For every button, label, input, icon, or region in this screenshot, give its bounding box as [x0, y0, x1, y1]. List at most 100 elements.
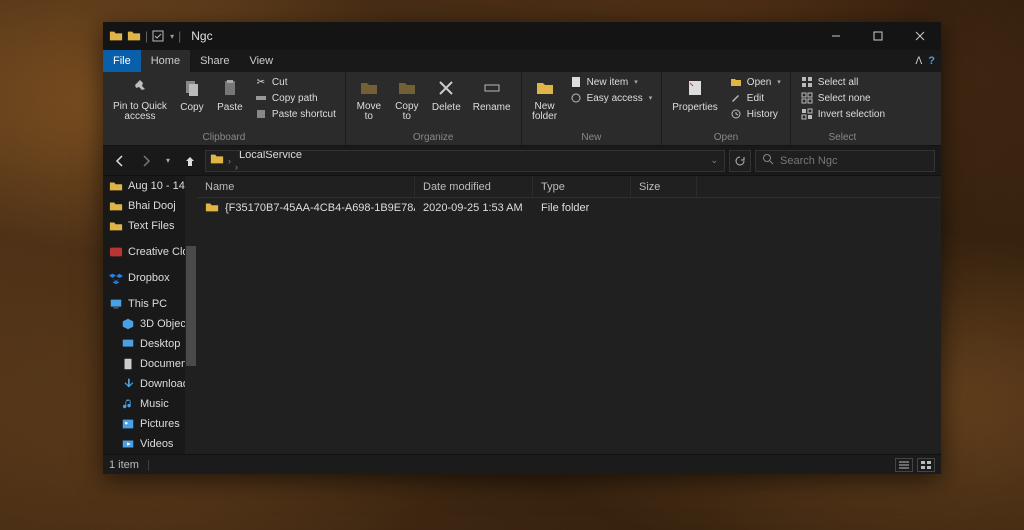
checkbox-icon[interactable] — [152, 30, 164, 42]
ribbon-tabs: File Home Share View ᐱ ? — [103, 50, 941, 72]
back-button[interactable] — [109, 150, 131, 172]
minimize-button[interactable] — [815, 22, 857, 50]
open-button[interactable]: Open▾ — [726, 74, 784, 90]
open-icon — [729, 75, 743, 89]
forward-button[interactable] — [135, 150, 157, 172]
breadcrumb-segment[interactable]: LocalService — [233, 150, 314, 161]
folder-icon — [109, 199, 123, 213]
details-view-button[interactable] — [895, 458, 913, 472]
recent-locations-button[interactable]: ▾ — [161, 150, 175, 172]
up-button[interactable] — [179, 150, 201, 172]
tab-view[interactable]: View — [239, 50, 283, 72]
column-size[interactable]: Size — [631, 176, 697, 197]
qat-dropdown-icon[interactable]: ▾ — [170, 32, 174, 41]
large-icons-view-button[interactable] — [917, 458, 935, 472]
sidebar-item[interactable]: Text Files — [103, 216, 197, 236]
pin-label: Pin to Quick access — [113, 102, 167, 122]
column-modified[interactable]: Date modified — [415, 176, 533, 197]
column-type[interactable]: Type — [533, 176, 631, 197]
select-none-label: Select none — [818, 93, 871, 104]
ribbon-group-select: Select all Select none Invert selection … — [791, 72, 894, 145]
folder-icon — [109, 219, 123, 233]
select-none-button[interactable]: Select none — [797, 90, 888, 106]
downloads-icon — [121, 377, 135, 391]
window-title: Ngc — [191, 29, 212, 43]
sidebar-item[interactable]: Creative Cloud Fil — [103, 242, 197, 262]
properties-label: Properties — [672, 102, 718, 113]
new-folder-button[interactable]: New folder — [528, 74, 562, 124]
paste-shortcut-label: Paste shortcut — [272, 109, 336, 120]
sidebar-item-label: Pictures — [140, 418, 180, 430]
sidebar-item[interactable]: Dropbox — [103, 268, 197, 288]
sidebar-scrollbar[interactable] — [185, 176, 197, 454]
rename-button[interactable]: Rename — [469, 74, 515, 115]
refresh-button[interactable] — [729, 150, 751, 172]
new-item-button[interactable]: New item▾ — [566, 74, 656, 90]
column-name[interactable]: Name — [197, 176, 415, 197]
file-list[interactable]: {F35170B7-45AA-4CB4-A698-1B9E78ACD713}20… — [197, 198, 941, 454]
new-folder-label: New folder — [532, 102, 557, 122]
search-input[interactable]: Search Ngc — [755, 150, 935, 172]
address-dropdown-icon[interactable]: ⌄ — [708, 155, 724, 166]
move-to-button[interactable]: Move to — [352, 74, 386, 124]
sidebar-item[interactable]: Pictures — [103, 414, 197, 434]
ribbon-group-open: Properties Open▾ Edit History Open — [662, 72, 791, 145]
item-count: 1 item — [109, 459, 139, 471]
quick-access-folder-icon[interactable] — [127, 29, 141, 43]
file-list-pane: Name Date modified Type Size {F35170B7-4… — [197, 176, 941, 454]
select-all-label: Select all — [818, 77, 859, 88]
paste-shortcut-button[interactable]: Paste shortcut — [251, 106, 339, 122]
tab-home[interactable]: Home — [141, 50, 190, 72]
copy-path-button[interactable]: Copy path — [251, 90, 339, 106]
delete-button[interactable]: Delete — [428, 74, 465, 115]
chevron-right-icon[interactable]: › — [233, 162, 240, 172]
file-modified-cell: 2020-09-25 1:53 AM — [415, 202, 533, 214]
properties-button[interactable]: Properties — [668, 74, 722, 115]
easy-access-icon — [569, 91, 583, 105]
easy-access-button[interactable]: Easy access▾ — [566, 90, 656, 106]
close-button[interactable] — [899, 22, 941, 50]
tab-share[interactable]: Share — [190, 50, 239, 72]
chevron-down-icon: ▾ — [777, 78, 781, 86]
3d-icon — [121, 317, 135, 331]
sidebar-item-label: This PC — [128, 298, 167, 310]
sidebar-item[interactable]: Documents — [103, 354, 197, 374]
sidebar-item[interactable]: Downloads — [103, 374, 197, 394]
scrollbar-thumb[interactable] — [186, 246, 196, 366]
sidebar-item[interactable]: Aug 10 - 14 — [103, 176, 197, 196]
copy-to-button[interactable]: Copy to — [390, 74, 424, 124]
navigation-pane[interactable]: Aug 10 - 14Bhai DoojText Files Creative C… — [103, 176, 197, 454]
history-icon — [729, 107, 743, 121]
ribbon-group-new: New folder New item▾ Easy access▾ New — [522, 72, 663, 145]
sidebar-item[interactable]: Videos — [103, 434, 197, 454]
pin-to-quick-access-button[interactable]: Pin to Quick access — [109, 74, 171, 124]
tab-file[interactable]: File — [103, 50, 141, 72]
title-bar[interactable]: | ▾ | Ngc — [103, 22, 941, 50]
sidebar-item[interactable]: Music — [103, 394, 197, 414]
ribbon-group-organize: Move to Copy to Delete Rename Organize — [346, 72, 522, 145]
invert-selection-label: Invert selection — [818, 109, 885, 120]
file-row[interactable]: {F35170B7-45AA-4CB4-A698-1B9E78ACD713}20… — [197, 198, 941, 218]
select-all-button[interactable]: Select all — [797, 74, 888, 90]
maximize-button[interactable] — [857, 22, 899, 50]
copy-button[interactable]: Copy — [175, 74, 209, 115]
file-explorer-window: | ▾ | Ngc File Home Share View ᐱ ? — [103, 22, 941, 474]
address-bar[interactable]: › This PC›Local Disk (C:)›Windows›Servic… — [205, 150, 725, 172]
cut-button[interactable]: ✂Cut — [251, 74, 339, 90]
sidebar-item[interactable]: 3D Objects — [103, 314, 197, 334]
chevron-down-icon: ▾ — [634, 78, 638, 86]
help-icon[interactable]: ? — [928, 55, 935, 67]
edit-button[interactable]: Edit — [726, 90, 784, 106]
edit-icon — [729, 91, 743, 105]
sidebar-item[interactable]: This PC — [103, 294, 197, 314]
ribbon: Pin to Quick access Copy Paste ✂Cut Copy… — [103, 72, 941, 146]
sidebar-item[interactable]: Desktop — [103, 334, 197, 354]
invert-selection-button[interactable]: Invert selection — [797, 106, 888, 122]
file-type-cell: File folder — [533, 202, 631, 214]
paste-button[interactable]: Paste — [213, 74, 247, 115]
chevron-right-icon[interactable]: › — [226, 156, 233, 166]
sidebar-item[interactable]: Bhai Dooj — [103, 196, 197, 216]
history-button[interactable]: History — [726, 106, 784, 122]
ribbon-collapse-icon[interactable]: ᐱ — [915, 56, 922, 67]
path-icon — [254, 91, 268, 105]
